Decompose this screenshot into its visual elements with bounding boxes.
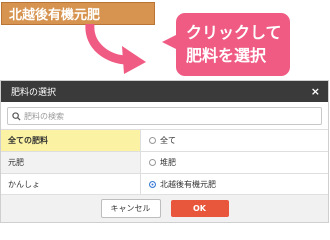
fertilizer-select-dialog: 肥料の選択 × 全ての肥料 全て 元肥 堆肥 かんしょ <box>0 80 329 223</box>
category-item-all[interactable]: 全ての肥料 <box>1 130 141 151</box>
category-item-sweet-potato[interactable]: かんしょ <box>1 174 141 195</box>
cancel-button[interactable]: キャンセル <box>100 199 161 218</box>
search-icon <box>12 111 21 121</box>
radio-option-all[interactable]: 全て <box>141 130 328 151</box>
radio-option-kitaechigo[interactable]: 北越後有機元肥 <box>141 174 328 195</box>
radio-option-label: 堆肥 <box>160 158 176 167</box>
radio-option-label: 北越後有機元肥 <box>160 180 216 189</box>
fertilizer-list: 全ての肥料 全て 元肥 堆肥 かんしょ 北越後有機元肥 <box>1 129 328 196</box>
callout-line-1: クリックして <box>186 23 282 42</box>
radio-icon[interactable] <box>149 159 156 166</box>
radio-icon[interactable] <box>149 137 156 144</box>
radio-option-label: 全て <box>160 136 176 145</box>
search-area <box>1 102 328 125</box>
search-box <box>7 107 322 125</box>
radio-selected-icon[interactable] <box>149 181 156 188</box>
pointer-arrow-icon <box>85 24 146 74</box>
close-icon[interactable]: × <box>311 85 320 98</box>
dialog-title: 肥料の選択 <box>11 88 57 98</box>
ok-button[interactable]: OK <box>170 200 229 217</box>
dialog-footer: キャンセル OK <box>1 194 328 222</box>
radio-option-compost[interactable]: 堆肥 <box>141 152 328 173</box>
dialog-titlebar: 肥料の選択 × <box>1 81 328 102</box>
category-item-base-fertilizer[interactable]: 元肥 <box>1 152 141 173</box>
callout-line-2: 肥料を選択 <box>186 46 267 65</box>
instruction-callout: クリックして 肥料を選択 <box>176 13 290 76</box>
search-input[interactable] <box>24 111 321 121</box>
selected-fertilizer-tag: 北越後有機元肥 <box>1 2 155 25</box>
selected-fertilizer-tag-label: 北越後有機元肥 <box>9 8 101 23</box>
list-row: 元肥 堆肥 <box>1 152 328 174</box>
list-row: かんしょ 北越後有機元肥 <box>1 174 328 196</box>
list-row: 全ての肥料 全て <box>1 130 328 152</box>
